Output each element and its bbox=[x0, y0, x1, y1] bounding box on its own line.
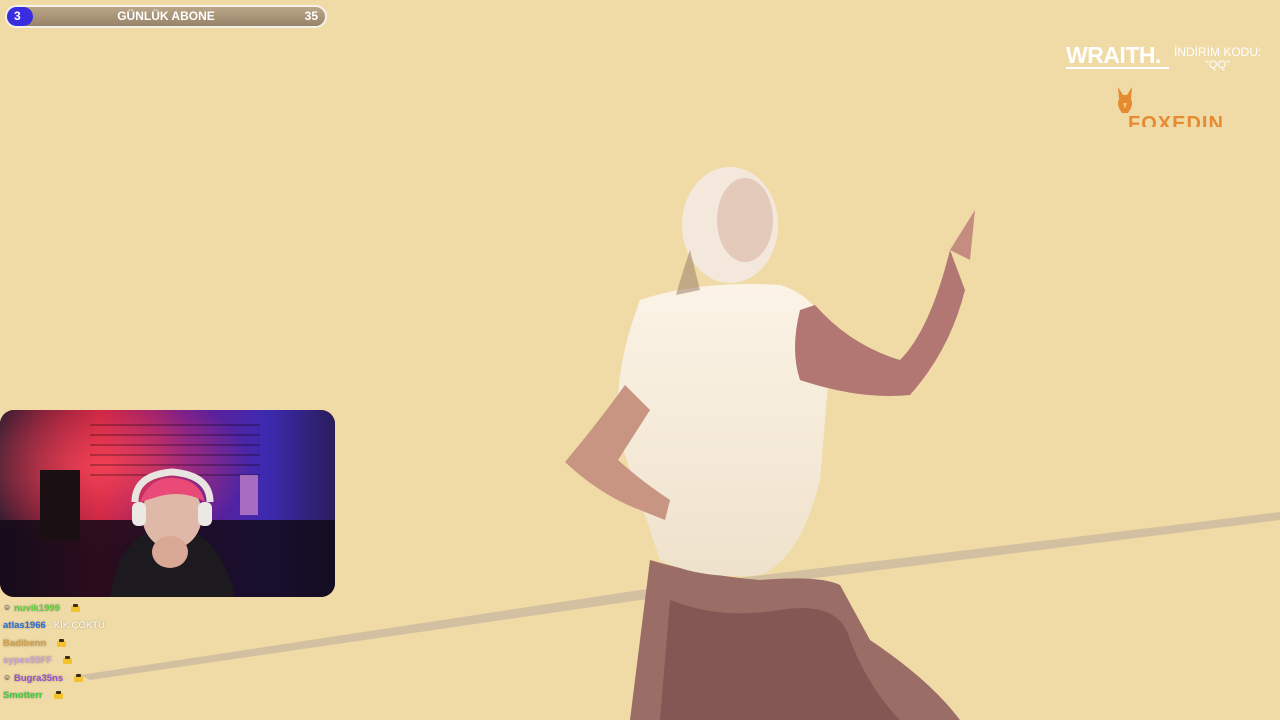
partner-logo-text: FOXEDIN bbox=[1128, 113, 1224, 127]
emoji-badge-icon: ☺ bbox=[3, 673, 12, 683]
chat-overlay: ☺ nuvik1999 : atlas1966 : KİK ÇÖKTÜ Badibe… bbox=[3, 600, 323, 704]
chat-username[interactable]: Badibenn bbox=[3, 638, 46, 649]
chat-emote-icon bbox=[74, 673, 84, 682]
emoji-badge-icon: ☺ bbox=[3, 603, 12, 613]
sub-goal-target: 35 bbox=[304, 9, 318, 23]
chat-message: Smotterr : bbox=[3, 687, 323, 704]
chat-separator: : bbox=[42, 689, 51, 701]
chat-username[interactable]: nuvik1999 bbox=[14, 603, 60, 614]
discount-code-label: İNDİRİM KODU: bbox=[1174, 45, 1262, 59]
sponsor-overlay: WRAITH. İNDİRİM KODU: "QQ" FOXEDIN bbox=[1062, 38, 1272, 130]
chat-separator: : bbox=[59, 603, 68, 614]
chat-message-text: KİK ÇÖKTÜ bbox=[53, 620, 105, 632]
chat-separator: : bbox=[46, 637, 55, 649]
chat-message: ☺ Bugra35ns : bbox=[3, 670, 323, 687]
chat-username[interactable]: atlas1966 bbox=[3, 620, 46, 631]
chat-emote-icon bbox=[70, 603, 80, 612]
webcam-feed bbox=[0, 410, 335, 597]
chat-separator: : bbox=[63, 672, 72, 684]
chat-message: sypex55FF : bbox=[3, 652, 323, 669]
chat-emote-icon bbox=[57, 638, 67, 647]
daily-sub-goal-bar: 3 GÜNLÜK ABONE 35 bbox=[5, 5, 327, 28]
discount-code-value: "QQ" bbox=[1205, 59, 1230, 71]
sub-goal-title: GÜNLÜK ABONE bbox=[117, 9, 215, 23]
sponsor-brand: WRAITH. bbox=[1066, 42, 1161, 68]
chat-username[interactable]: Bugra35ns bbox=[14, 673, 63, 684]
chat-emote-icon bbox=[53, 690, 63, 699]
chat-username[interactable]: sypex55FF bbox=[3, 655, 52, 666]
chat-message: atlas1966 : KİK ÇÖKTÜ bbox=[3, 617, 323, 634]
chat-username[interactable]: Smotterr bbox=[3, 690, 43, 701]
chat-message: Badibenn : bbox=[3, 635, 323, 652]
chat-separator: : bbox=[45, 620, 54, 632]
chat-emote-icon bbox=[63, 656, 73, 665]
chat-message: ☺ nuvik1999 : bbox=[3, 600, 323, 617]
webcam-overlay bbox=[0, 410, 335, 597]
chat-separator: : bbox=[52, 655, 61, 667]
sponsor-underline bbox=[1066, 67, 1169, 69]
